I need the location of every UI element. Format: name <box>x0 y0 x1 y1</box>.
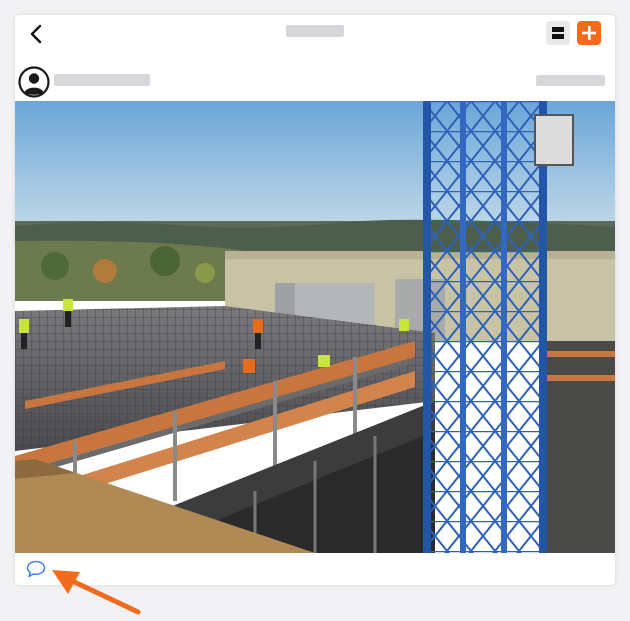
top-bar <box>15 15 615 55</box>
add-button[interactable] <box>577 21 601 45</box>
title-placeholder <box>286 25 344 37</box>
back-button[interactable] <box>29 23 45 45</box>
post-date-placeholder <box>536 75 605 86</box>
user-avatar-icon <box>18 66 50 98</box>
pointer-arrow-icon <box>50 566 142 616</box>
layout-toggle-button[interactable] <box>546 21 570 45</box>
avatar[interactable] <box>18 66 50 98</box>
author-row <box>15 63 615 103</box>
post-card <box>15 15 615 585</box>
list-layout-icon <box>552 27 564 39</box>
author-name-placeholder <box>54 74 150 86</box>
photo-illustration <box>15 101 615 553</box>
speech-bubble-icon <box>26 560 46 578</box>
comment-button[interactable] <box>25 559 47 579</box>
plus-icon <box>582 26 596 40</box>
construction-site-photo[interactable] <box>15 101 615 553</box>
chevron-left-icon <box>30 24 42 44</box>
